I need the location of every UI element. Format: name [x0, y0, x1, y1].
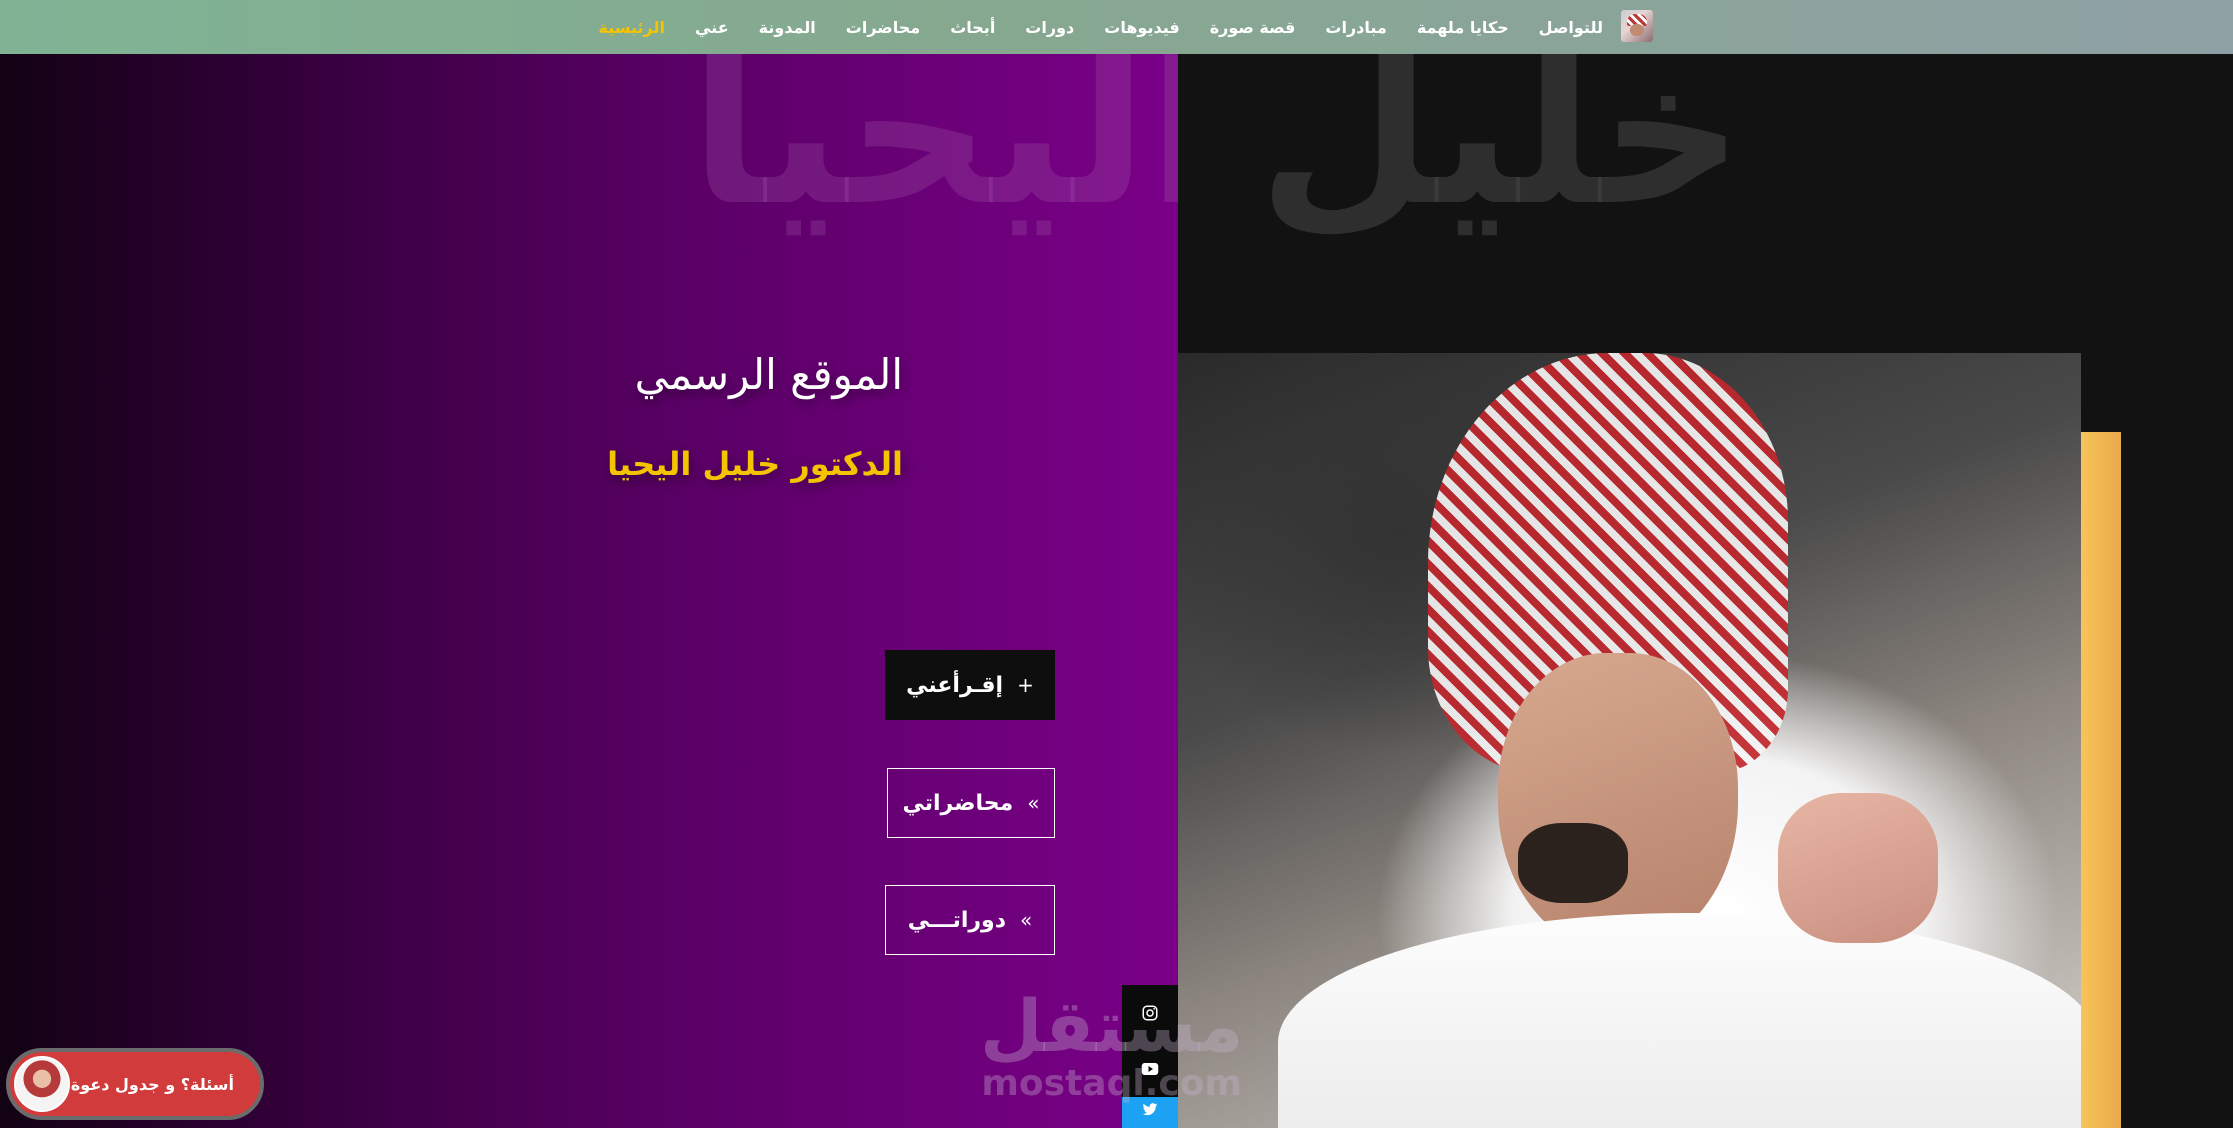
portrait-photo [1178, 353, 2081, 1128]
double-chevron-icon: » [1020, 908, 1033, 932]
site-logo-avatar[interactable] [1621, 10, 1653, 42]
my-courses-button[interactable]: » دوراتـــي [885, 885, 1055, 955]
read-about-me-label: إقـرأعني [906, 672, 1004, 698]
nav-item-courses[interactable]: دورات [1025, 18, 1074, 37]
nav-item-blog[interactable]: المدونة [759, 18, 816, 37]
chat-avatar [14, 1056, 70, 1112]
watermark-latin: mostaql.com [981, 1063, 1242, 1104]
hero-title: الموقع الرسمي [634, 350, 903, 399]
hero-bg-word-left: اليحيا [690, 54, 1178, 250]
nav-item-photo-story[interactable]: قصة صورة [1210, 18, 1296, 37]
nav-item-contact[interactable]: للتواصل [1539, 18, 1603, 37]
avatar-face-shape [1630, 24, 1644, 36]
my-lectures-button[interactable]: » محاضراتي [887, 768, 1055, 838]
nav-item-about[interactable]: عني [695, 18, 729, 37]
nav-item-research[interactable]: أبحاث [950, 18, 995, 37]
contact-chat-widget[interactable]: أسئلة؟ و جدول دعوة [6, 1048, 264, 1120]
watermark-arabic: مستقل [980, 984, 1244, 1068]
nav-item-inspiring-stories[interactable]: حكايا ملهمة [1417, 18, 1509, 37]
photo-robe-shape [1278, 913, 2081, 1128]
double-chevron-icon: » [1027, 791, 1040, 815]
photo-accent-strip [2081, 432, 2121, 1128]
hero-subtitle: الدكتور خليل اليحيا [607, 445, 903, 483]
photo-hand-shape [1778, 793, 1938, 943]
nav-item-videos[interactable]: فيديوهات [1104, 18, 1179, 37]
photo-beard-shape [1518, 823, 1628, 903]
photo-face-shape [1498, 653, 1738, 953]
nav-item-home[interactable]: الرئيسية [598, 18, 665, 37]
read-about-me-button[interactable]: + إقـرأعني [885, 650, 1055, 720]
hero-bg-word-right: خليل [1258, 54, 1744, 250]
chat-widget-label: أسئلة؟ و جدول دعوة [70, 1074, 234, 1094]
nav-menu: الرئيسية عني المدونة محاضرات أبحاث دورات… [598, 0, 1603, 54]
hero-left-panel: اليحيا [0, 54, 1178, 1128]
plus-icon: + [1017, 673, 1034, 697]
my-lectures-label: محاضراتي [902, 790, 1014, 816]
nav-item-initiatives[interactable]: مبادرات [1325, 18, 1386, 37]
mostaql-watermark: مستقل mostaql.com [980, 990, 1243, 1102]
nav-item-lectures[interactable]: محاضرات [846, 18, 920, 37]
top-navbar: الرئيسية عني المدونة محاضرات أبحاث دورات… [0, 0, 2233, 54]
my-courses-label: دوراتـــي [907, 907, 1006, 933]
